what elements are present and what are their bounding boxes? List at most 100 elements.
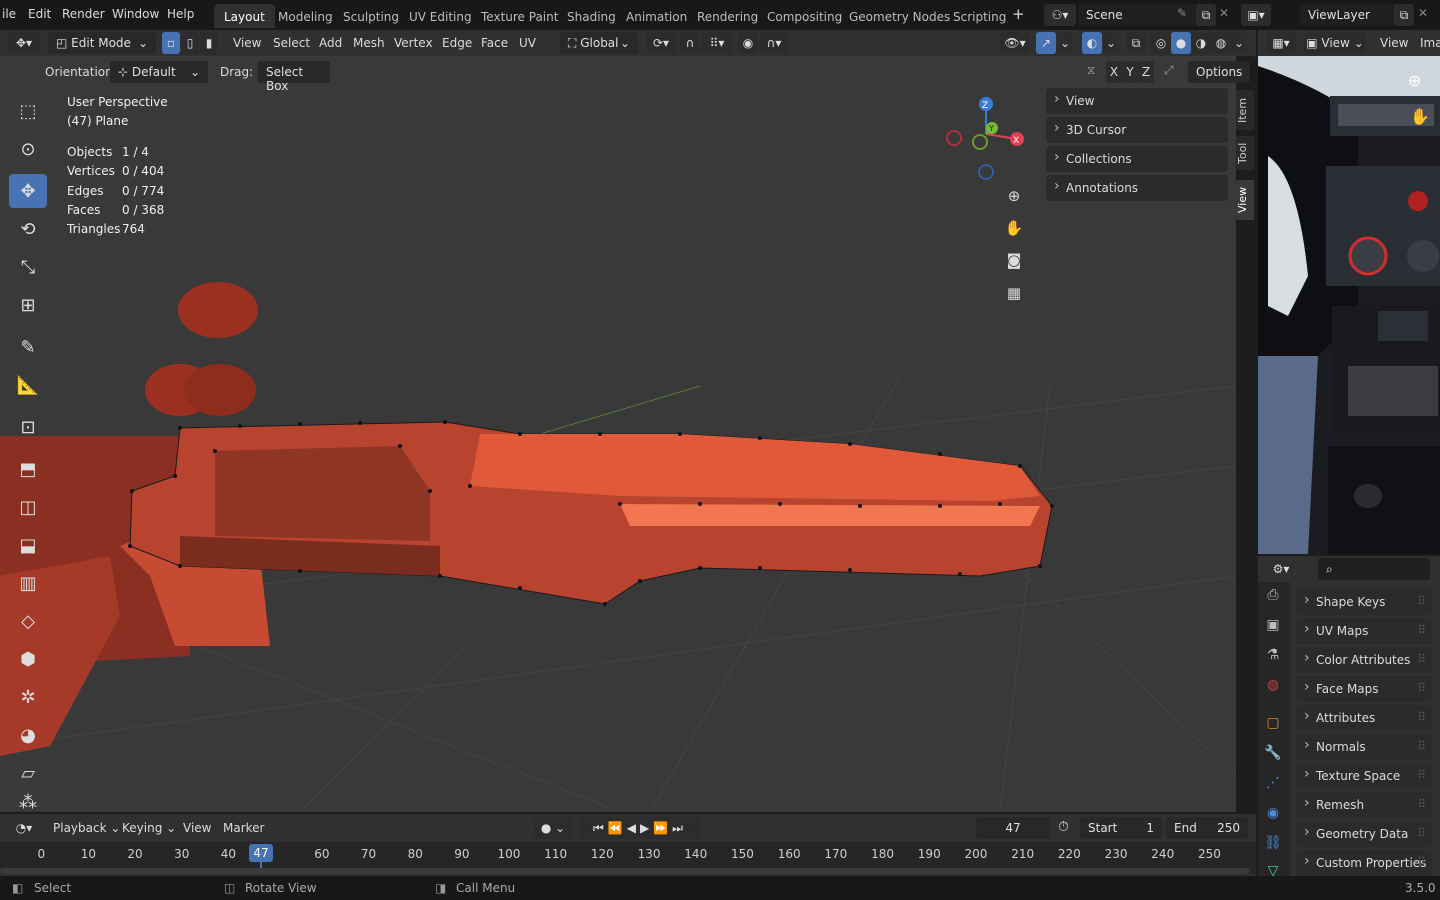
mirror-z-button[interactable]: Z [1138, 61, 1154, 83]
tab-compositing[interactable]: Compositing [757, 4, 852, 28]
timeline-editor-icon[interactable]: ◔▾ [8, 817, 40, 839]
physics-tab-icon[interactable]: ◉ [1262, 802, 1284, 824]
menu-uv[interactable]: UV [519, 36, 536, 50]
record-keyframe-icon[interactable]: ● ⌄ [534, 817, 572, 839]
image-editor-type-icon[interactable]: ▦▾ [1266, 32, 1296, 54]
inset-icon[interactable]: ◫ [9, 490, 47, 524]
menu-window[interactable]: Window [112, 7, 159, 21]
prop-geometry-data[interactable]: Geometry Data [1296, 821, 1432, 847]
prop-color-attributes[interactable]: Color Attributes [1296, 647, 1432, 673]
snap-target-icon[interactable]: ⠿▾ [702, 32, 732, 54]
solid-shading-icon[interactable]: ● [1171, 32, 1191, 54]
npanel-3d-cursor[interactable]: 3D Cursor [1046, 117, 1228, 143]
menu-help[interactable]: Help [167, 7, 194, 21]
prop-custom-properties[interactable]: Custom Properties [1296, 850, 1432, 876]
delete-viewlayer-icon[interactable]: ✕ [1418, 6, 1428, 20]
gizmo-toggle-icon[interactable]: ↗ [1036, 32, 1056, 54]
perspective-toggle-icon[interactable]: ▦ [1002, 281, 1026, 305]
image-menu-image[interactable]: Ima [1420, 36, 1440, 50]
extrude-icon[interactable]: ⬒ [9, 452, 47, 486]
snap-magnet-icon[interactable]: ∩ [680, 32, 700, 54]
menu-edit[interactable]: Edit [28, 7, 51, 21]
properties-search[interactable]: ⌕ [1318, 558, 1430, 580]
scene-selector-icon[interactable]: ⚇▾ [1044, 4, 1076, 26]
annotate-icon[interactable]: ✎ [9, 330, 47, 364]
prop-remesh[interactable]: Remesh [1296, 792, 1432, 818]
topology-mirror-icon[interactable]: ⤢ [1164, 63, 1174, 78]
end-frame-field[interactable]: End 250 [1166, 817, 1248, 839]
npanel-view[interactable]: View [1046, 88, 1228, 114]
rotate-icon[interactable]: ⟲ [9, 212, 47, 246]
modifier-tab-icon[interactable]: 🔧 [1262, 742, 1284, 764]
tool-tab-icon[interactable]: ⎙ [1262, 584, 1284, 606]
pin-icon[interactable]: ✎ [1177, 6, 1187, 20]
output-tab-icon[interactable]: ⚗ [1262, 644, 1284, 666]
menu-edge[interactable]: Edge [442, 36, 472, 50]
move-icon[interactable]: ✥ [9, 174, 47, 208]
gizmo-dropdown-icon[interactable]: ⌄ [1057, 32, 1073, 54]
menu-select[interactable]: Select [273, 36, 310, 50]
tab-view[interactable]: View [1236, 180, 1254, 220]
preview-range-icon[interactable]: ⏱ [1058, 819, 1069, 835]
mode-selector[interactable]: ◰ Edit Mode ⌄ [48, 32, 156, 54]
proportional-edit-icon[interactable]: ◉ [738, 32, 758, 54]
constraints-tab-icon[interactable]: ⛓ [1262, 832, 1284, 854]
menu-face[interactable]: Face [481, 36, 508, 50]
mirror-x-button[interactable]: X [1106, 61, 1122, 83]
pivot-icon[interactable]: ⟳▾ [646, 32, 676, 54]
playback-controls[interactable]: ⏮⏪◀▶⏩⏭ [580, 817, 700, 839]
navigation-gizmo[interactable]: Z X Y [942, 92, 1032, 192]
tab-animation[interactable]: Animation [616, 4, 697, 28]
overlay-dropdown-icon[interactable]: ⌄ [1103, 32, 1119, 54]
npanel-collections[interactable]: Collections [1046, 146, 1228, 172]
current-frame-field[interactable]: 47 [976, 817, 1050, 839]
orientation-dropdown[interactable]: ⊹ Default ⌄ [110, 61, 208, 83]
smooth-icon[interactable]: ◕ [9, 718, 47, 752]
poly-build-icon[interactable]: ⬢ [9, 642, 47, 676]
new-scene-icon[interactable]: ⧉ [1196, 4, 1216, 26]
prop-shape-keys[interactable]: Shape Keys [1296, 589, 1432, 615]
face-select-icon[interactable]: ▮ [200, 32, 218, 54]
new-viewlayer-icon[interactable]: ⧉ [1394, 4, 1414, 26]
editor-type-icon[interactable]: ✥▾ [8, 32, 40, 54]
menu-add[interactable]: Add [319, 36, 342, 50]
falloff-icon[interactable]: ∩▾ [760, 32, 788, 54]
render-tab-icon[interactable]: ▣ [1262, 614, 1284, 636]
xray-icon[interactable]: ⧉ [1126, 32, 1146, 54]
tab-sculpting[interactable]: Sculpting [333, 4, 409, 28]
edge-select-icon[interactable]: ▯ [181, 32, 199, 54]
reference-image[interactable]: ⊕ ✋ [1258, 56, 1440, 554]
visibility-icon[interactable]: 👁▾ [1000, 32, 1030, 54]
prop-uv-maps[interactable]: UV Maps [1296, 618, 1432, 644]
image-view-dropdown[interactable]: ▣ View ⌄ [1304, 32, 1366, 54]
tab-texture-paint[interactable]: Texture Paint [471, 4, 568, 28]
prop-attributes[interactable]: Attributes [1296, 705, 1432, 731]
material-shading-icon[interactable]: ◑ [1191, 32, 1211, 54]
cursor-icon[interactable]: ⊙ [9, 132, 47, 166]
tab-uv-editing[interactable]: UV Editing [399, 4, 482, 28]
shading-dropdown-icon[interactable]: ⌄ [1231, 32, 1247, 54]
rendered-shading-icon[interactable]: ◍ [1211, 32, 1231, 54]
timeline-scrollbar[interactable] [0, 868, 1250, 874]
timeline-keying-menu[interactable]: Keying ⌄ [122, 821, 176, 835]
tab-modeling[interactable]: Modeling [268, 4, 343, 28]
image-menu-view[interactable]: View [1380, 36, 1408, 50]
menu-mesh[interactable]: Mesh [353, 36, 385, 50]
viewlayer-field[interactable]: ViewLayer [1300, 4, 1396, 26]
menu-file[interactable]: ile [2, 7, 16, 21]
tab-layout[interactable]: Layout [214, 4, 275, 28]
knife-icon[interactable]: ◇ [9, 604, 47, 638]
pan-hand-icon[interactable]: ✋ [1002, 216, 1026, 240]
3d-viewport[interactable]: User Perspective (47) Plane Objects 1 / … [0, 56, 1236, 812]
add-cube-icon[interactable]: ⊡ [9, 410, 47, 444]
camera-icon[interactable]: ◙ [1002, 248, 1026, 272]
menu-view[interactable]: View [233, 36, 261, 50]
timeline-playback-menu[interactable]: Playback ⌄ [53, 821, 120, 835]
object-tab-icon[interactable]: ▢ [1262, 712, 1284, 734]
transform-orientation-dropdown[interactable]: ⛶ Global ⌄ [560, 32, 638, 54]
rip-icon[interactable]: ⁂ [9, 792, 47, 813]
add-workspace-button[interactable]: + [1012, 5, 1025, 23]
playhead-marker[interactable]: 47 [249, 844, 273, 862]
zoom-icon[interactable]: ⊕ [1002, 184, 1026, 208]
bevel-icon[interactable]: ⬓ [9, 528, 47, 562]
